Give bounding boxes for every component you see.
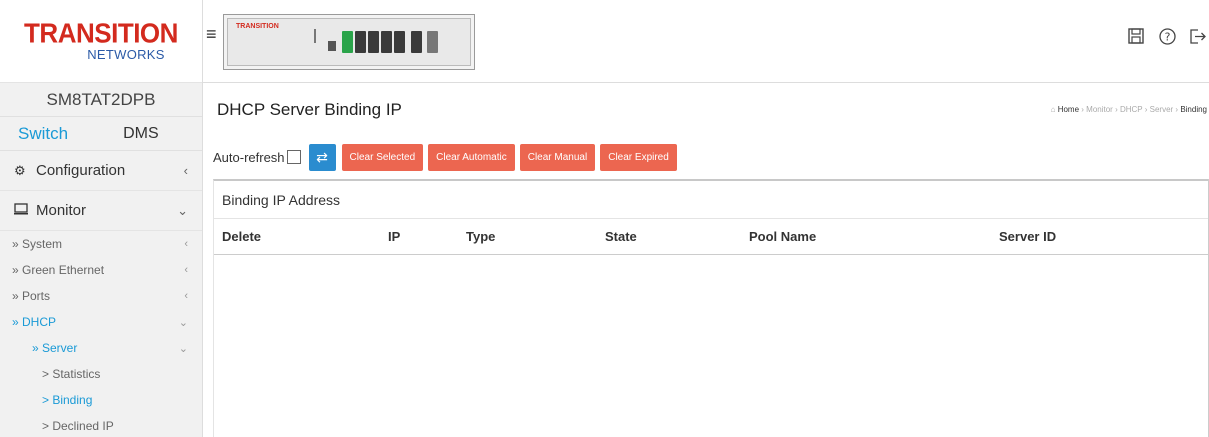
chevron-down-icon: ⌄	[178, 342, 188, 355]
sidebar-item-statistics[interactable]: > Statistics	[0, 361, 202, 387]
switch-port	[342, 31, 353, 53]
column-header-state: State	[605, 229, 637, 244]
column-header-server-id: Server ID	[999, 229, 1057, 244]
clear-expired-button[interactable]: Clear Expired	[600, 143, 677, 171]
sidebar-item-label: » Ports	[12, 289, 51, 303]
menu-monitor[interactable]: Monitor ⌄	[0, 191, 202, 231]
switch-port	[355, 31, 366, 53]
switch-panel-face: TRANSITION	[227, 18, 471, 66]
switch-port	[381, 31, 392, 53]
switch-port-sfp	[427, 31, 438, 53]
sidebar-item-ports[interactable]: » Ports ‹	[0, 283, 202, 309]
menu-configuration-label: Configuration	[36, 162, 126, 179]
app-root: TRANSITION NETWORKS SM8TAT2DPB Switch DM…	[0, 0, 1209, 437]
chevron-left-icon: ‹	[184, 290, 188, 302]
sidebar: TRANSITION NETWORKS SM8TAT2DPB Switch DM…	[0, 0, 203, 437]
sidebar-item-dhcp[interactable]: » DHCP ⌄	[0, 309, 202, 335]
sidebar-item-label: » DHCP	[12, 315, 57, 329]
breadcrumb-server[interactable]: Server	[1150, 105, 1174, 114]
sidebar-item-label: » Server	[32, 341, 78, 355]
device-name: SM8TAT2DPB	[0, 83, 202, 117]
sidebar-item-declined-ip[interactable]: > Declined IP	[0, 413, 202, 437]
sidebar-item-binding[interactable]: > Binding	[0, 387, 202, 413]
switch-port-console	[328, 41, 336, 51]
mode-tabs: Switch DMS	[0, 117, 202, 151]
switch-port	[411, 31, 422, 53]
hamburger-menu-icon[interactable]: ≡	[206, 24, 217, 45]
column-header-delete: Delete	[222, 229, 262, 244]
sidebar-item-label: > Statistics	[42, 367, 101, 381]
clear-manual-button[interactable]: Clear Manual	[519, 143, 596, 171]
breadcrumb: ⌂ Home › Monitor › DHCP › Server › Bindi…	[1050, 105, 1207, 114]
auto-refresh-label: Auto-refresh	[213, 149, 285, 165]
breadcrumb-dhcp[interactable]: DHCP	[1120, 105, 1143, 114]
tab-dms[interactable]: DMS	[123, 125, 159, 143]
logout-icon[interactable]	[1189, 28, 1206, 50]
logo-text-bottom: NETWORKS	[87, 47, 165, 62]
auto-refresh-checkbox[interactable]	[286, 150, 301, 164]
svg-text:?: ?	[1165, 31, 1171, 44]
switch-brand-label: TRANSITION	[236, 23, 279, 30]
home-icon: ⌂	[1050, 105, 1056, 114]
chevron-left-icon: ‹	[184, 238, 188, 250]
switch-panel-image[interactable]: TRANSITION	[223, 14, 475, 70]
sidebar-item-server[interactable]: » Server ⌄	[0, 335, 202, 361]
logo-text-top: TRANSITION	[24, 17, 178, 49]
sidebar-item-label: > Binding	[42, 393, 93, 407]
menu-configuration[interactable]: ⚙ Configuration ‹	[0, 151, 202, 191]
gear-icon: ⚙	[14, 162, 26, 178]
tab-switch[interactable]: Switch	[18, 124, 68, 144]
chevron-left-icon: ‹	[184, 264, 188, 276]
breadcrumb-current: Binding	[1180, 105, 1207, 114]
refresh-icon: ⇄	[316, 148, 328, 165]
sidebar-item-green-ethernet[interactable]: » Green Ethernet ‹	[0, 257, 202, 283]
chevron-down-icon: ⌄	[177, 202, 188, 218]
breadcrumb-monitor[interactable]: Monitor	[1086, 105, 1113, 114]
logo[interactable]: TRANSITION NETWORKS	[0, 0, 202, 83]
column-header-pool-name: Pool Name	[749, 229, 817, 244]
main-content: DHCP Server Binding IP ⌂ Home › Monitor …	[203, 83, 1209, 437]
switch-port	[394, 31, 405, 53]
panel-title: Binding IP Address	[214, 181, 1209, 219]
save-icon[interactable]	[1128, 28, 1144, 49]
sidebar-item-label: » Green Ethernet	[12, 263, 105, 277]
clear-selected-button[interactable]: Clear Selected	[341, 143, 424, 171]
sidebar-item-system[interactable]: » System ‹	[0, 231, 202, 257]
page-title: DHCP Server Binding IP	[217, 100, 402, 119]
refresh-button[interactable]: ⇄	[308, 143, 336, 171]
sidebar-item-label: > Declined IP	[42, 419, 114, 433]
column-header-type: Type	[466, 229, 496, 244]
monitor-icon	[14, 203, 32, 218]
sidebar-item-label: » System	[12, 237, 63, 251]
breadcrumb-home[interactable]: Home	[1058, 105, 1079, 114]
switch-divider	[314, 29, 316, 43]
clear-automatic-button[interactable]: Clear Automatic	[428, 143, 515, 171]
chevron-down-icon: ⌄	[178, 316, 188, 329]
switch-port	[368, 31, 379, 53]
binding-panel: Binding IP Address Delete IP Type State …	[213, 179, 1209, 437]
top-bar: ≡ TRANSITION ?	[203, 0, 1209, 83]
chevron-left-icon: ‹	[183, 163, 188, 178]
menu-monitor-label: Monitor	[36, 202, 87, 219]
column-header-ip: IP	[388, 229, 401, 244]
toolbar: Auto-refresh ⇄ Clear Selected Clear Auto…	[213, 143, 682, 171]
table-header: Delete IP Type State Pool Name Server ID	[214, 219, 1209, 255]
help-icon[interactable]: ?	[1159, 28, 1176, 50]
